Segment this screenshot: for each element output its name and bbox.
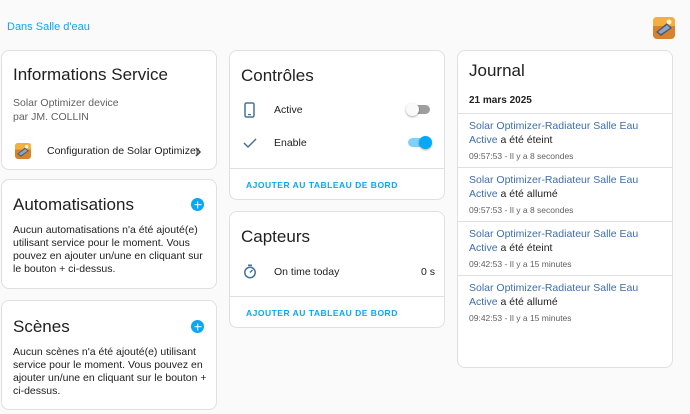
solar-optimizer-logo-icon — [653, 17, 675, 39]
scenes-title: Scènes — [13, 317, 70, 336]
log-separator — [458, 167, 672, 168]
add-scene-button[interactable] — [191, 320, 204, 333]
controls-add-to-dashboard-button[interactable]: AJOUTER AU TABLEAU DE BORD — [246, 180, 398, 190]
log-entry: Solar Optimizer-Radiateur Salle Eau Acti… — [469, 281, 669, 325]
log-separator — [458, 113, 672, 114]
log-action: a été allumé — [497, 188, 558, 200]
log-entity-link[interactable]: Solar Optimizer-Radiateur Salle Eau Acti… — [469, 228, 638, 254]
breadcrumb[interactable]: Dans Salle d'eau — [7, 21, 90, 33]
device-name: Solar Optimizer device — [13, 97, 119, 109]
controls-card: Contrôles Active Enable AJOUTER AU TABLE… — [229, 50, 445, 200]
log-separator — [458, 275, 672, 276]
log-entry: Solar Optimizer-Radiateur Salle Eau Acti… — [469, 227, 669, 271]
config-link-label: Configuration de Solar Optimizer — [47, 145, 200, 157]
check-icon — [243, 136, 257, 154]
solar-optimizer-icon — [15, 143, 31, 159]
sensor-row-on-time[interactable]: On time today 0 s — [230, 262, 446, 282]
log-entry: Solar Optimizer-Radiateur Salle Eau Acti… — [469, 119, 669, 163]
log-time: 09:57:53 - Il y a 8 secondes — [469, 151, 574, 161]
automations-title: Automatisations — [13, 195, 134, 214]
journal-date: 21 mars 2025 — [469, 95, 532, 106]
sensor-value: 0 s — [420, 266, 435, 278]
control-label-active: Active — [274, 104, 303, 116]
controls-title: Contrôles — [241, 66, 314, 85]
log-time: 09:42:53 - Il y a 15 minutes — [469, 313, 572, 323]
active-toggle[interactable] — [406, 101, 432, 119]
log-entity-link[interactable]: Solar Optimizer-Radiateur Salle Eau Acti… — [469, 120, 638, 146]
device-author: par JM. COLLIN — [13, 111, 89, 123]
log-time: 09:42:53 - Il y a 15 minutes — [469, 259, 572, 269]
journal-card: Journal 21 mars 2025 Solar Optimizer-Rad… — [457, 50, 673, 368]
log-separator — [458, 221, 672, 222]
automations-card: Automatisations Aucun automatisations n'… — [1, 179, 217, 289]
divider — [230, 296, 444, 297]
sensor-label: On time today — [274, 266, 340, 278]
add-automation-button[interactable] — [191, 198, 204, 211]
top-bar: Dans Salle d'eau — [0, 0, 690, 50]
log-action: a été éteint — [497, 134, 553, 146]
sensors-card: Capteurs On time today 0 s AJOUTER AU TA… — [229, 211, 445, 328]
automations-empty-text: Aucun automatisations n'a été ajouté(e) … — [13, 224, 203, 275]
journal-title: Journal — [469, 61, 525, 80]
log-action: a été allumé — [497, 296, 558, 308]
log-entry: Solar Optimizer-Radiateur Salle Eau Acti… — [469, 173, 669, 217]
control-row-enable[interactable]: Enable — [230, 132, 446, 154]
enable-toggle[interactable] — [406, 134, 432, 152]
divider — [230, 168, 444, 169]
info-title: Informations Service — [13, 65, 168, 84]
control-row-active[interactable]: Active — [230, 99, 446, 121]
info-card: Informations Service Solar Optimizer dev… — [1, 50, 217, 170]
control-label-enable: Enable — [274, 137, 307, 149]
config-link[interactable]: Configuration de Solar Optimizer — [15, 141, 207, 161]
sensors-title: Capteurs — [241, 227, 310, 246]
scenes-empty-text: Aucun scènes n'a été ajouté(e) utilisant… — [13, 346, 207, 397]
log-time: 09:57:53 - Il y a 8 secondes — [469, 205, 574, 215]
sensors-add-to-dashboard-button[interactable]: AJOUTER AU TABLEAU DE BORD — [246, 308, 398, 318]
log-action: a été éteint — [497, 242, 553, 254]
phone-icon — [244, 102, 255, 123]
timer-icon — [243, 264, 257, 284]
chevron-right-icon — [193, 145, 203, 163]
scenes-card: Scènes Aucun scènes n'a été ajouté(e) ut… — [1, 300, 217, 410]
